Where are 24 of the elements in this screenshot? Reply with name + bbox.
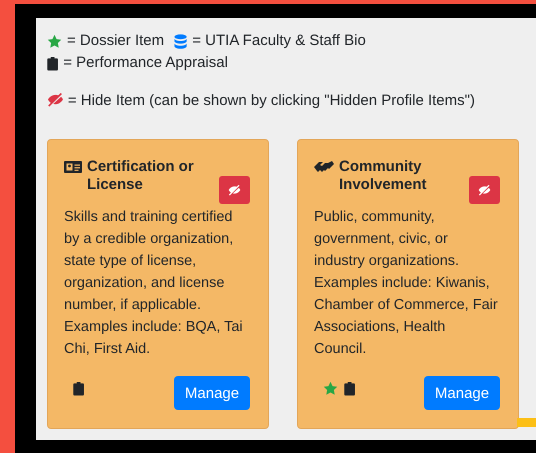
star-icon <box>47 34 62 48</box>
id-card-icon <box>64 160 82 174</box>
eye-slash-icon <box>47 92 64 107</box>
manage-button[interactable]: Manage <box>424 376 500 410</box>
legend-label: = Hide Item (can be shown by clicking "Hidden Profile Items") <box>68 92 475 109</box>
clipboard-icon <box>47 56 58 70</box>
clipboard-icon <box>73 380 84 396</box>
database-icon <box>174 34 188 48</box>
eye-slash-icon <box>478 184 491 196</box>
eye-slash-icon <box>228 184 241 196</box>
card-title: Community Involvement <box>339 158 428 194</box>
legend-label: = Performance Appraisal <box>63 53 228 73</box>
clipboard-icon <box>344 380 356 396</box>
card-title: Certification or License <box>87 158 195 194</box>
handshake-icon <box>314 160 334 174</box>
edge-marker <box>517 418 536 427</box>
card-description: Public, community, government, civic, or industry organizations. Examples include: Kiwanis, Chamber of Commerce, Fair Associations, Health Council. <box>314 208 499 359</box>
legend-label: = UTIA Faculty & Staff Bio <box>192 31 366 51</box>
legend-label: = Dossier Item <box>67 31 164 51</box>
star-icon <box>323 380 338 396</box>
hide-button[interactable] <box>219 176 250 204</box>
card-description: Skills and training certified by a credible organization, state type of license, organization, and license number, if applicable. Examples include: BQA, Tai Chi, First Aid. <box>64 208 244 359</box>
manage-button[interactable]: Manage <box>174 376 250 410</box>
hide-button[interactable] <box>469 176 500 204</box>
